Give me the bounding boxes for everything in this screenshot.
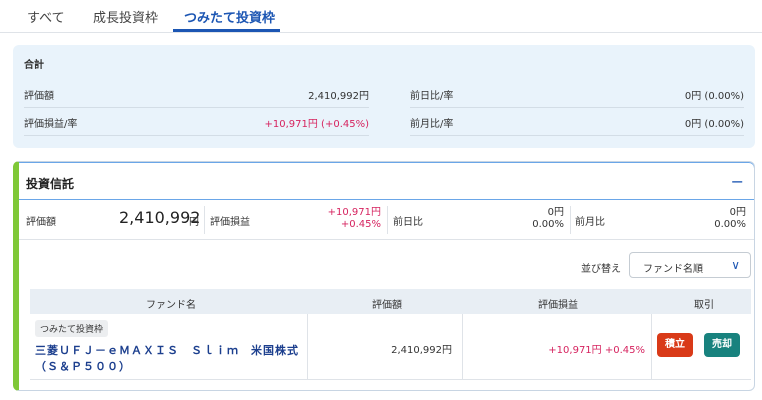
day-change-value: 0円 (0.00%) (684, 91, 744, 102)
metric-valuation-unit: 円 (189, 217, 199, 228)
metric-month-label: 前月比 (575, 217, 605, 228)
pnl-label: 評価損益/率 (24, 119, 78, 130)
divider (307, 314, 308, 380)
chevron-down-icon: ∨ (731, 258, 740, 272)
pnl-value: +10,971円 (+0.45%) (264, 119, 370, 130)
summary-row-day-change: 前日比/率 0円 (0.00%) (410, 80, 744, 108)
tab-tsumitate[interactable]: つみたて投資枠 (184, 7, 275, 26)
summary-row-month-change: 前月比/率 0円 (0.00%) (410, 108, 744, 136)
summary-title: 合計 (24, 60, 44, 71)
month-change-label: 前月比/率 (410, 119, 454, 130)
table-header: ファンド名 評価額 評価損益 取引 (30, 289, 751, 314)
metric-day-amount: 0円 (547, 207, 564, 218)
column-header-valuation: 評価額 (372, 300, 402, 311)
metric-valuation-label: 評価額 (26, 217, 56, 228)
metric-month-amount: 0円 (729, 207, 746, 218)
metric-pnl-values: +10,971円 +0.45% (319, 200, 381, 240)
sort-label: 並び替え (581, 264, 621, 275)
active-tab-indicator (173, 29, 280, 32)
metric-pnl-rate: +0.45% (340, 219, 381, 230)
tab-all[interactable]: すべて (27, 7, 65, 26)
sort-select-value: ファンド名順 (643, 264, 703, 275)
metric-day-values: 0円 0.00% (509, 200, 564, 240)
fund-pnl: +10,971円 +0.45% (548, 345, 645, 356)
sell-button[interactable]: 売却 (704, 333, 740, 357)
collapse-icon[interactable]: − (731, 172, 744, 191)
valuation-label: 評価額 (24, 91, 54, 102)
metric-day-rate: 0.00% (532, 219, 564, 230)
fund-card-title: 投資信託 (26, 177, 75, 191)
summary-row-valuation: 評価額 2,410,992円 (24, 80, 369, 108)
metric-month-values: 0円 0.00% (689, 200, 746, 240)
metric-month-rate: 0.00% (714, 219, 746, 230)
account-tag: つみたて投資枠 (35, 320, 109, 337)
summary-row-pnl: 評価損益/率 +10,971円 (+0.45%) (24, 108, 369, 136)
summary-panel: 合計 評価額 2,410,992円 前日比/率 0円 (0.00%) 評価損益/… (13, 45, 755, 148)
month-change-value: 0円 (0.00%) (684, 119, 744, 130)
valuation-value: 2,410,992円 (308, 91, 369, 102)
table-row: つみたて投資枠 三菱ＵＦＪ－ｅＭＡＸＩＳ Ｓｌｉｍ 米国株式（Ｓ＆Ｐ５００） 2… (30, 314, 751, 380)
divider (204, 206, 205, 234)
metric-day-label: 前日比 (393, 217, 423, 228)
tab-bar: すべて 成長投資枠 つみたて投資枠 (0, 0, 762, 33)
divider (462, 314, 463, 380)
fund-valuation: 2,410,992円 (391, 345, 452, 356)
column-header-trade: 取引 (694, 300, 714, 311)
fund-name-link[interactable]: 三菱ＵＦＪ－ｅＭＡＸＩＳ Ｓｌｉｍ 米国株式（Ｓ＆Ｐ５００） (35, 343, 300, 375)
fund-metrics: 評価額 2,410,992 円 評価損益 +10,971円 +0.45% 前日比… (19, 200, 754, 240)
day-change-label: 前日比/率 (410, 91, 454, 102)
fund-card-header[interactable]: 投資信託 − (19, 162, 754, 200)
column-header-pnl: 評価損益 (538, 300, 578, 311)
metric-pnl-amount: +10,971円 (327, 207, 381, 218)
divider (651, 314, 652, 380)
buy-button[interactable]: 積立 (657, 333, 693, 357)
sort-select[interactable]: ファンド名順 ∨ (629, 252, 751, 278)
divider (387, 206, 388, 234)
metric-pnl-label: 評価損益 (210, 217, 250, 228)
tab-growth[interactable]: 成長投資枠 (93, 7, 158, 26)
fund-card: 投資信託 − 評価額 2,410,992 円 評価損益 +10,971円 +0.… (13, 161, 755, 391)
divider (570, 206, 571, 234)
column-header-fund-name: ファンド名 (146, 300, 196, 311)
